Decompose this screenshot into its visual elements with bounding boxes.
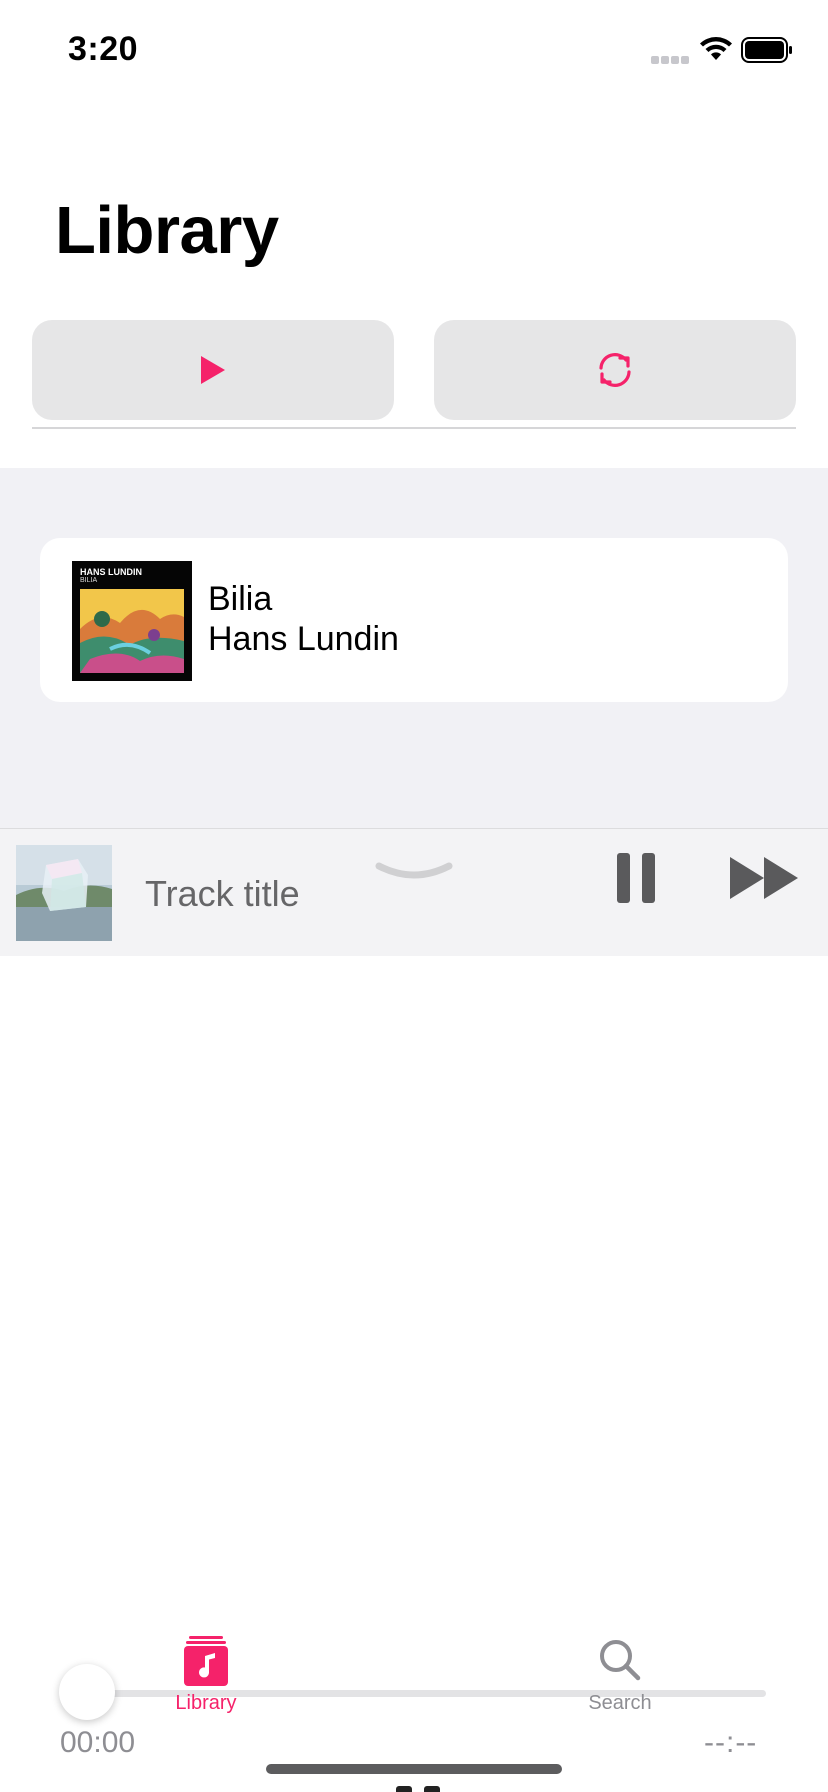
wifi-icon xyxy=(700,37,732,60)
album-list: HANS LUNDIN BILIA Bilia Hans Lundin xyxy=(0,468,828,828)
tab-search-label: Search xyxy=(588,1692,652,1714)
time-elapsed: 00:00 xyxy=(60,1726,136,1759)
music-library-icon xyxy=(184,1636,228,1686)
chevron-down-icon[interactable] xyxy=(375,858,453,886)
page-title: Library xyxy=(55,193,279,268)
album-art-title-text: BILIA xyxy=(80,577,98,584)
progress-knob[interactable] xyxy=(59,1664,115,1720)
clipped-text-fragment xyxy=(390,1780,460,1792)
shuffle-button[interactable] xyxy=(434,320,796,420)
album-artist: Hans Lundin xyxy=(208,620,399,658)
divider xyxy=(32,427,796,429)
search-icon xyxy=(600,1640,641,1681)
album-art-illustration xyxy=(80,589,184,673)
album-art-artist-text: HANS LUNDIN xyxy=(80,567,142,577)
time-remaining: --:-- xyxy=(704,1726,758,1759)
pause-button[interactable] xyxy=(615,851,657,907)
battery-icon xyxy=(741,37,792,63)
repeat-icon xyxy=(599,353,631,387)
status-bar: 3:20 xyxy=(0,0,828,100)
status-time: 3:20 xyxy=(68,30,139,68)
album-art: HANS LUNDIN BILIA xyxy=(72,561,192,681)
home-indicator xyxy=(266,1764,562,1774)
fast-forward-button[interactable] xyxy=(728,855,800,901)
tab-library[interactable]: Library xyxy=(116,1636,296,1716)
play-all-button[interactable] xyxy=(32,320,394,420)
mini-player-track-title: Track title xyxy=(145,873,300,914)
mini-player[interactable]: Track title xyxy=(0,828,828,956)
tab-search[interactable]: Search xyxy=(530,1636,710,1716)
tab-library-label: Library xyxy=(175,1692,237,1714)
album-title: Bilia xyxy=(208,580,273,618)
now-playing-artwork xyxy=(16,845,112,941)
play-icon xyxy=(201,356,225,384)
cellular-signal-icon xyxy=(651,56,689,64)
album-card[interactable]: HANS LUNDIN BILIA Bilia Hans Lundin xyxy=(40,538,788,702)
